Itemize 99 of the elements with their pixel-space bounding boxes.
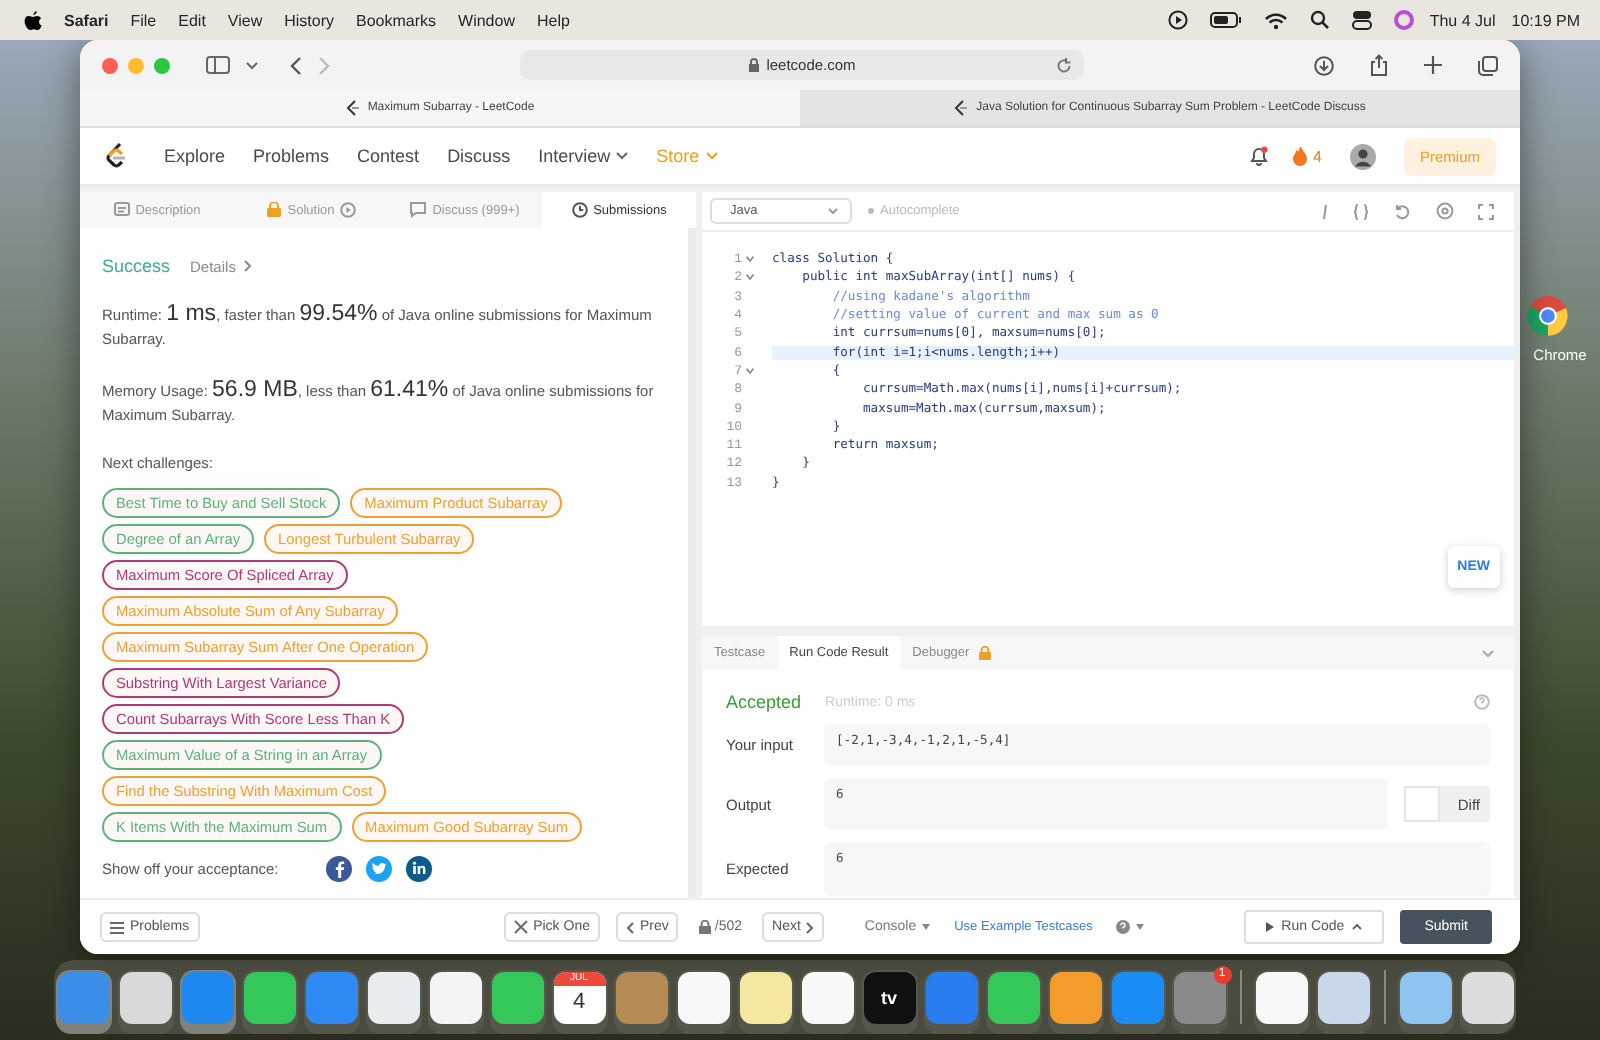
list-icon — [110, 921, 124, 933]
diff-checkbox[interactable] — [1403, 786, 1440, 822]
nav-link[interactable]: Interview — [538, 146, 629, 166]
reload-icon[interactable] — [1056, 58, 1072, 74]
clock-icon — [571, 202, 588, 218]
nav-link[interactable]: Discuss — [447, 146, 511, 166]
dock-item[interactable]: tv — [861, 969, 917, 1033]
menu-item[interactable]: Edit — [178, 11, 206, 29]
app-icon[interactable] — [739, 971, 791, 1023]
chevron-down-icon — [705, 152, 718, 160]
menu-item[interactable]: History — [284, 11, 335, 29]
braces-icon[interactable] — [1352, 203, 1370, 219]
dock-item[interactable] — [985, 969, 1041, 1033]
menu-item[interactable]: Bookmarks — [356, 11, 437, 29]
dock-item[interactable] — [1253, 969, 1309, 1033]
chevron-right-icon — [806, 921, 815, 933]
app-icon[interactable] — [1255, 971, 1307, 1023]
dock-item[interactable] — [427, 969, 483, 1033]
play-circle-icon — [340, 202, 357, 218]
download-icon[interactable] — [1314, 55, 1334, 75]
app-icon[interactable] — [367, 971, 419, 1023]
twitter-icon[interactable] — [366, 856, 393, 882]
toggle-switches-icon[interactable] — [1351, 10, 1372, 30]
tabs-overview-icon[interactable] — [1478, 55, 1498, 75]
menu-item[interactable]: Help — [536, 11, 570, 29]
plus-icon[interactable] — [1424, 56, 1442, 74]
menu-date[interactable]: Thu 4 Jul — [1429, 11, 1496, 29]
share-icon[interactable] — [1370, 54, 1388, 76]
dock-item[interactable] — [1459, 969, 1515, 1033]
caret-up-icon — [1352, 924, 1363, 930]
shuffle-icon — [513, 920, 528, 934]
avatar-icon[interactable] — [1349, 143, 1376, 169]
help-icon — [1116, 920, 1131, 934]
app-icon[interactable] — [243, 971, 295, 1023]
menu-item[interactable]: Safari — [64, 11, 109, 29]
caret-down-icon — [1136, 924, 1145, 930]
settings-icon[interactable] — [1436, 202, 1454, 220]
play-circle-icon[interactable] — [1167, 10, 1188, 30]
app-icon[interactable] — [119, 971, 171, 1023]
apple-icon — [24, 10, 42, 30]
bell-icon[interactable] — [1249, 146, 1268, 166]
nav-link[interactable]: Explore — [164, 146, 226, 166]
nav-link[interactable]: Problems — [253, 146, 330, 166]
lock-icon — [977, 646, 992, 660]
colorful-circle-icon[interactable] — [1393, 10, 1414, 30]
reset-icon[interactable] — [1394, 203, 1412, 219]
status-text: Accepted — [726, 692, 802, 712]
app-icon[interactable] — [987, 971, 1039, 1023]
chevron-down-icon[interactable] — [246, 61, 258, 69]
battery-icon[interactable] — [1209, 12, 1242, 28]
dock-item[interactable] — [489, 969, 545, 1033]
dock-item[interactable] — [1047, 969, 1103, 1033]
app-icon[interactable] — [1461, 971, 1513, 1023]
chevron-left-icon — [625, 921, 634, 933]
dock-item[interactable] — [241, 969, 297, 1033]
facebook-icon[interactable] — [326, 856, 353, 882]
round-app-icon[interactable] — [1526, 294, 1570, 338]
dock-item[interactable] — [1315, 969, 1371, 1033]
wifi-icon[interactable] — [1263, 11, 1288, 29]
chevron-down-icon — [828, 208, 838, 214]
dock-item[interactable] — [675, 969, 731, 1033]
caret-down-icon — [922, 924, 931, 930]
menu-item[interactable]: Window — [458, 11, 515, 29]
app-icon[interactable] — [1399, 971, 1451, 1023]
menu-time[interactable]: 10:19 PM — [1511, 11, 1580, 29]
app-label: tv — [880, 985, 897, 1011]
dock-item[interactable] — [799, 969, 855, 1033]
play-icon — [1265, 922, 1274, 932]
lock-icon — [698, 920, 713, 934]
nav-link[interactable]: Contest — [357, 146, 420, 166]
help-menu[interactable] — [1116, 920, 1145, 934]
chevron-down-icon — [616, 152, 629, 160]
app-icon[interactable]: tv — [863, 971, 915, 1023]
menu-item[interactable]: View — [227, 11, 263, 29]
app-icon[interactable] — [1049, 971, 1101, 1023]
chat-bubble-icon — [410, 202, 427, 218]
fullscreen-icon[interactable] — [1478, 203, 1494, 219]
app-icon[interactable] — [801, 971, 853, 1023]
dock-item[interactable] — [117, 969, 173, 1033]
back-icon[interactable] — [290, 55, 302, 75]
app-icon[interactable] — [677, 971, 729, 1023]
dock-item[interactable] — [365, 969, 421, 1033]
flame-icon — [1291, 146, 1308, 166]
document-icon — [113, 202, 130, 218]
dock-item[interactable] — [737, 969, 793, 1033]
app-icon[interactable] — [429, 971, 481, 1023]
lock-icon — [748, 58, 761, 72]
menu-item[interactable]: File — [130, 11, 157, 29]
app-icon[interactable] — [491, 971, 543, 1023]
search-icon[interactable] — [1309, 10, 1330, 30]
dock-item[interactable] — [1397, 969, 1453, 1033]
lock-icon — [265, 202, 282, 218]
close-icon[interactable] — [102, 57, 118, 73]
sidebar-icon[interactable] — [206, 56, 230, 74]
status-text: Success — [102, 256, 171, 276]
chevron-right-icon — [243, 260, 252, 272]
calendar-day: 4 — [572, 985, 586, 1017]
linkedin-icon[interactable] — [406, 856, 433, 882]
app-icon[interactable] — [1317, 971, 1369, 1023]
